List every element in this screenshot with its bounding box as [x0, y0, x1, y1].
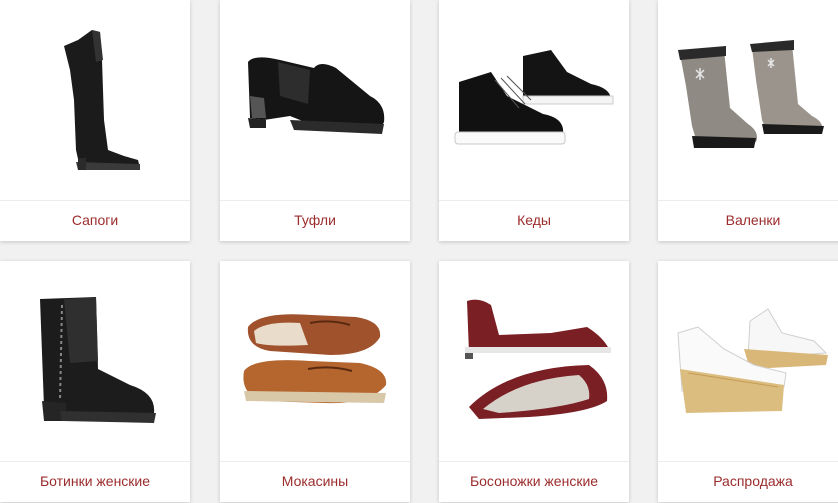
product-image[interactable]	[0, 261, 190, 461]
category-label[interactable]: Валенки	[658, 200, 838, 240]
product-image[interactable]	[439, 261, 629, 461]
product-image[interactable]	[220, 261, 410, 461]
category-label[interactable]: Кеды	[439, 200, 629, 240]
category-label[interactable]: Туфли	[220, 200, 410, 240]
product-image[interactable]	[0, 0, 190, 200]
category-card-shoes[interactable]: Туфли	[220, 0, 410, 241]
sandal-icon	[465, 299, 611, 419]
category-label[interactable]: Мокасины	[220, 461, 410, 501]
category-card-moccasins[interactable]: Мокасины	[220, 261, 410, 502]
category-label[interactable]: Ботинки женские	[0, 461, 190, 501]
sneaker-icon	[454, 50, 614, 145]
ankle-boot-icon	[40, 297, 156, 423]
category-grid: Сапоги Туфли Кеды Валенки Ботинки женски…	[0, 0, 838, 503]
category-card-felt-boots[interactable]: Валенки	[658, 0, 838, 241]
category-card-sneakers[interactable]: Кеды	[439, 0, 629, 241]
product-image[interactable]	[439, 0, 629, 200]
shoe-icon	[248, 57, 385, 134]
wedge-sandal-icon	[677, 308, 828, 413]
category-card-sandals[interactable]: Босоножки женские	[439, 261, 629, 502]
category-card-ankle-boots[interactable]: Ботинки женские	[0, 261, 190, 502]
category-label[interactable]: Сапоги	[0, 200, 190, 240]
category-label[interactable]: Распродажа	[658, 461, 838, 501]
moccasin-icon	[243, 314, 387, 404]
product-image[interactable]	[658, 261, 838, 461]
category-label[interactable]: Босоножки женские	[439, 461, 629, 501]
boot-icon	[64, 30, 140, 170]
product-image[interactable]	[658, 0, 838, 200]
category-card-boots[interactable]: Сапоги	[0, 0, 190, 241]
felt-boot-icon	[678, 40, 824, 148]
category-card-sale[interactable]: Распродажа	[658, 261, 838, 502]
product-image[interactable]	[220, 0, 410, 200]
